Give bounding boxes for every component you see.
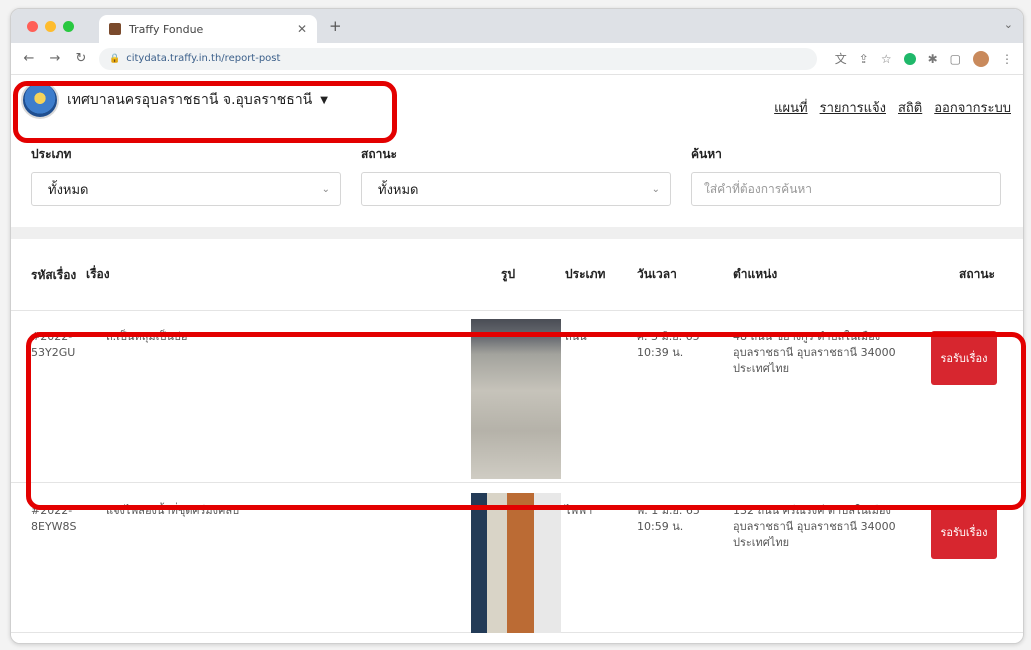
page-content: เทศบาลนครอุบลราชธานี จ.อุบลราชธานี ▼ แผน…: [11, 75, 1023, 643]
status-filter: สถานะ ทั้งหมด ⌄: [361, 145, 671, 206]
reports-table: รหัสเรื่อง เรื่อง รูป ประเภท วันเวลา ตำแ…: [11, 239, 1023, 633]
table-row[interactable]: #2022-53Y2GU ถ.เป็นหลุมเป็นบ่อ ถนน ศ. 3 …: [11, 311, 1023, 483]
table-header: รหัสเรื่อง เรื่อง รูป ประเภท วันเวลา ตำแ…: [11, 239, 1023, 311]
report-location: 48 ถนน ชยางกูร ตำบลในเมือง อุบลราชธานี อ…: [733, 330, 896, 375]
profile-avatar[interactable]: [973, 50, 989, 67]
chevron-down-icon: ⌄: [651, 183, 660, 195]
browser-window: Traffy Fondue ✕ + ⌄ ← → ↻ 🔒 citydata.tra…: [10, 8, 1024, 644]
report-title[interactable]: ถ.เป็นหลุมเป็นบ่อ: [101, 319, 471, 345]
header-status: สถานะ: [959, 267, 995, 281]
share-icon[interactable]: ⇪: [859, 52, 869, 66]
nav-stats-link[interactable]: สถิติ: [898, 97, 922, 118]
new-tab-icon[interactable]: +: [329, 17, 342, 35]
status-cell: รอรับเรื่อง: [923, 319, 1005, 385]
type-select[interactable]: ทั้งหมด ⌄: [31, 172, 341, 206]
status-select-value: ทั้งหมด: [378, 182, 419, 198]
tab-title: Traffy Fondue: [129, 22, 204, 36]
top-nav: แผนที่ รายการแจ้ง สถิติ ออกจากระบบ: [774, 97, 1011, 118]
chevron-down-icon: ⌄: [321, 183, 330, 195]
translate-icon[interactable]: 文: [835, 50, 847, 67]
header-image: รูป: [501, 267, 516, 281]
back-icon[interactable]: ←: [21, 51, 37, 66]
search-input[interactable]: ใส่คำที่ต้องการค้นหา: [691, 172, 1001, 206]
report-image[interactable]: [471, 319, 561, 479]
type-filter-label: ประเภท: [31, 147, 72, 161]
report-date: พ. 1 มิ.ย. 65 10:59 น.: [637, 504, 700, 533]
tab-close-icon[interactable]: ✕: [297, 22, 307, 36]
road-photo: [471, 319, 561, 479]
reload-icon[interactable]: ↻: [73, 51, 89, 66]
org-selector[interactable]: เทศบาลนครอุบลราชธานี จ.อุบลราชธานี ▼: [21, 81, 328, 119]
close-window-button[interactable]: [27, 21, 38, 32]
window-controls: [27, 21, 74, 32]
status-badge[interactable]: รอรับเรื่อง: [931, 505, 997, 559]
toolbar-icons: 文 ⇪ ☆ ✱ ▢ ⋮: [835, 50, 1013, 67]
search-label: ค้นหา: [691, 147, 722, 161]
lock-icon: 🔒: [109, 53, 121, 64]
tab-strip: Traffy Fondue ✕ + ⌄: [11, 9, 1023, 43]
nav-reports-link[interactable]: รายการแจ้ง: [820, 97, 886, 118]
tab-search-chevron-icon[interactable]: ⌄: [1004, 18, 1013, 31]
report-type: ไฟฟ้า: [565, 504, 593, 517]
status-badge[interactable]: รอรับเรื่อง: [931, 331, 997, 385]
zoom-window-button[interactable]: [63, 21, 74, 32]
header-type: ประเภท: [565, 267, 606, 281]
streetlight-photo: [471, 493, 561, 633]
report-type: ถนน: [565, 330, 587, 343]
status-cell: รอรับเรื่อง: [923, 493, 1005, 559]
type-filter: ประเภท ทั้งหมด ⌄: [31, 145, 341, 206]
report-title[interactable]: แจ้งไฟส่องน้ำที่ชุดศรีมังคลับ: [101, 493, 471, 519]
forward-icon[interactable]: →: [47, 51, 63, 66]
org-name: เทศบาลนครอุบลราชธานี จ.อุบลราชธานี: [67, 92, 313, 108]
nav-logout-link[interactable]: ออกจากระบบ: [934, 97, 1011, 118]
report-id[interactable]: #2022-8EYW8S: [11, 493, 101, 535]
search-filter: ค้นหา ใส่คำที่ต้องการค้นหา: [691, 145, 1001, 206]
address-bar[interactable]: 🔒 citydata.traffy.in.th/report-post: [99, 47, 817, 70]
header-id: รหัสเรื่อง: [31, 267, 77, 282]
caret-down-icon: ▼: [320, 94, 328, 106]
status-select[interactable]: ทั้งหมด ⌄: [361, 172, 671, 206]
org-logo: [21, 81, 59, 119]
header-title: เรื่อง: [86, 267, 110, 281]
extension-icon[interactable]: [903, 52, 916, 65]
favicon-icon: [109, 23, 121, 35]
section-divider: [11, 227, 1023, 239]
report-date: ศ. 3 มิ.ย. 65 10:39 น.: [637, 330, 700, 359]
report-id[interactable]: #2022-53Y2GU: [11, 319, 101, 361]
status-filter-label: สถานะ: [361, 147, 397, 161]
browser-toolbar: ← → ↻ 🔒 citydata.traffy.in.th/report-pos…: [11, 43, 1023, 75]
menu-kebab-icon[interactable]: ⋮: [1001, 52, 1013, 66]
minimize-window-button[interactable]: [45, 21, 56, 32]
type-select-value: ทั้งหมด: [48, 182, 89, 198]
sidepanel-icon[interactable]: ▢: [950, 52, 961, 66]
filter-bar: ประเภท ทั้งหมด ⌄ สถานะ ทั้งหมด ⌄ ค้นหา ใ…: [31, 145, 1011, 206]
bookmark-star-icon[interactable]: ☆: [881, 52, 892, 66]
header-date: วันเวลา: [637, 267, 677, 281]
search-placeholder: ใส่คำที่ต้องการค้นหา: [704, 181, 813, 196]
extensions-puzzle-icon[interactable]: ✱: [928, 52, 938, 66]
header-location: ตำแหน่ง: [733, 267, 778, 281]
url-text: citydata.traffy.in.th/report-post: [126, 53, 281, 64]
report-location: 132 ถนน ศรีณรงค์ ตำบลในเมือง อุบลราชธานี…: [733, 504, 896, 549]
nav-map-link[interactable]: แผนที่: [774, 97, 807, 118]
report-image[interactable]: [471, 493, 561, 633]
table-row[interactable]: #2022-8EYW8S แจ้งไฟส่องน้ำที่ชุดศรีมังคล…: [11, 483, 1023, 633]
browser-tab[interactable]: Traffy Fondue ✕: [99, 15, 317, 43]
